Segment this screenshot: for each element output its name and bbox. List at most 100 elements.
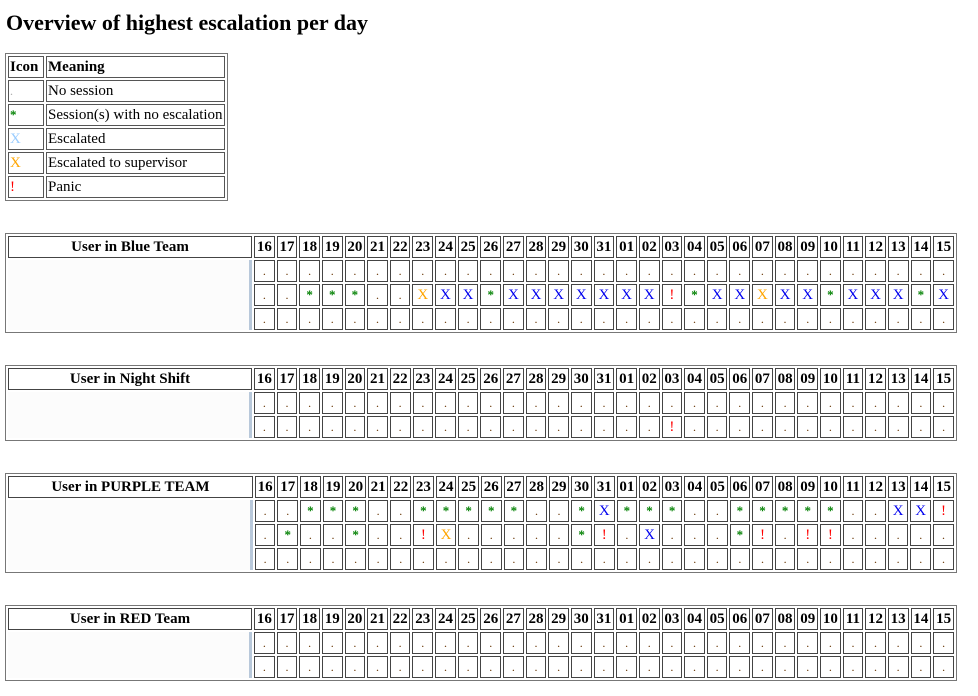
team-table: User in PURPLE TEAM 16 17 18 19 20 21 22 23 24 25 2… (5, 473, 957, 573)
day-cell: . (910, 308, 932, 330)
day-header: 05 (706, 608, 728, 630)
day-cell: * (322, 500, 344, 522)
day-cell: . (910, 548, 932, 570)
no-session-icon: . (511, 312, 515, 326)
day-header: 06 (729, 476, 751, 498)
day-cell: . (389, 656, 411, 678)
day-header: 30 (571, 476, 592, 498)
day-cell: . (887, 308, 909, 330)
day-header: 11 (842, 476, 864, 498)
user-list[interactable] (8, 392, 253, 438)
day-cell: . (570, 656, 592, 678)
day-header: 20 (344, 236, 366, 258)
day-header: 13 (887, 368, 909, 390)
day-cell: . (593, 416, 615, 438)
day-cell: . (503, 632, 524, 654)
day-cell: . (413, 548, 434, 570)
day-header: 26 (480, 236, 502, 258)
no-session-icon: . (851, 636, 855, 650)
no-session-icon: . (828, 552, 832, 566)
no-session-icon: . (783, 636, 787, 650)
no-session-icon: . (738, 660, 742, 674)
day-cell: . (525, 416, 547, 438)
no-session-icon: . (308, 396, 312, 410)
day-header: 04 (684, 368, 705, 390)
day-header: 23 (412, 368, 434, 390)
day-cell: . (480, 416, 502, 438)
day-cell: . (435, 416, 456, 438)
day-cell: . (457, 656, 479, 678)
no-session-icon: . (443, 312, 447, 326)
no-session-icon: . (760, 420, 764, 434)
day-cell: . (638, 656, 660, 678)
day-cell: . (752, 260, 773, 282)
day-cell: . (570, 392, 592, 414)
day-header: 02 (639, 476, 660, 498)
day-header: 28 (525, 236, 547, 258)
escalated-icon: X (462, 287, 474, 303)
no-session-icon: . (511, 636, 515, 650)
no-session-icon: . (330, 420, 334, 434)
no-session-icon: . (602, 552, 606, 566)
user-list[interactable] (8, 500, 253, 570)
day-cell: . (526, 548, 547, 570)
no-session-icon: . (692, 264, 696, 278)
day-cell: . (525, 632, 547, 654)
day-cell: . (593, 392, 615, 414)
day-header: 19 (321, 368, 343, 390)
panic-icon: ! (669, 419, 675, 435)
day-cell: . (593, 632, 615, 654)
day-header: 06 (729, 608, 751, 630)
day-cell: . (842, 524, 864, 546)
no-session-icon: . (579, 636, 583, 650)
session-no-escalation-icon: * (668, 503, 676, 518)
day-cell: * (413, 500, 434, 522)
no-session-icon: . (376, 264, 380, 278)
no-session-icon: . (579, 312, 583, 326)
day-header: 15 (933, 368, 954, 390)
no-session-icon: . (715, 264, 719, 278)
day-cell: . (842, 500, 864, 522)
day-cell: . (616, 260, 637, 282)
no-session-icon: . (896, 420, 900, 434)
day-cell: . (503, 392, 524, 414)
day-header: 24 (435, 476, 457, 498)
day-cell: . (887, 632, 909, 654)
no-session-icon: . (286, 504, 290, 518)
no-session-icon: . (806, 264, 810, 278)
day-cell: . (548, 656, 569, 678)
day-cell: . (797, 308, 819, 330)
no-session-icon: . (625, 396, 629, 410)
no-session-icon: . (919, 636, 923, 650)
no-session-icon: . (421, 396, 425, 410)
day-cell: . (661, 308, 683, 330)
no-session-icon: . (851, 312, 855, 326)
day-cell: . (525, 260, 547, 282)
day-cell: . (367, 632, 388, 654)
day-cell: X (887, 500, 909, 522)
day-cell: . (684, 416, 705, 438)
day-header: 09 (797, 608, 819, 630)
day-cell: * (752, 500, 773, 522)
no-session-icon: . (806, 552, 810, 566)
no-session-icon: . (443, 264, 447, 278)
day-cell: . (933, 632, 954, 654)
no-session-icon: . (489, 312, 493, 326)
day-cell: . (684, 548, 706, 570)
no-session-icon: . (376, 552, 380, 566)
user-list[interactable] (8, 632, 252, 678)
day-cell: . (548, 392, 569, 414)
no-session-icon: . (851, 504, 855, 518)
day-cell: . (865, 524, 886, 546)
day-cell: . (389, 284, 411, 306)
day-cell: . (480, 392, 502, 414)
day-cell: . (254, 632, 275, 654)
day-header: 19 (321, 236, 343, 258)
user-list[interactable] (8, 260, 252, 330)
no-session-icon: . (693, 528, 697, 542)
day-cell: . (548, 416, 569, 438)
escalated-icon: X (892, 503, 904, 519)
day-cell: . (865, 500, 886, 522)
session-no-escalation-icon: * (328, 287, 336, 302)
day-header: 28 (526, 476, 547, 498)
